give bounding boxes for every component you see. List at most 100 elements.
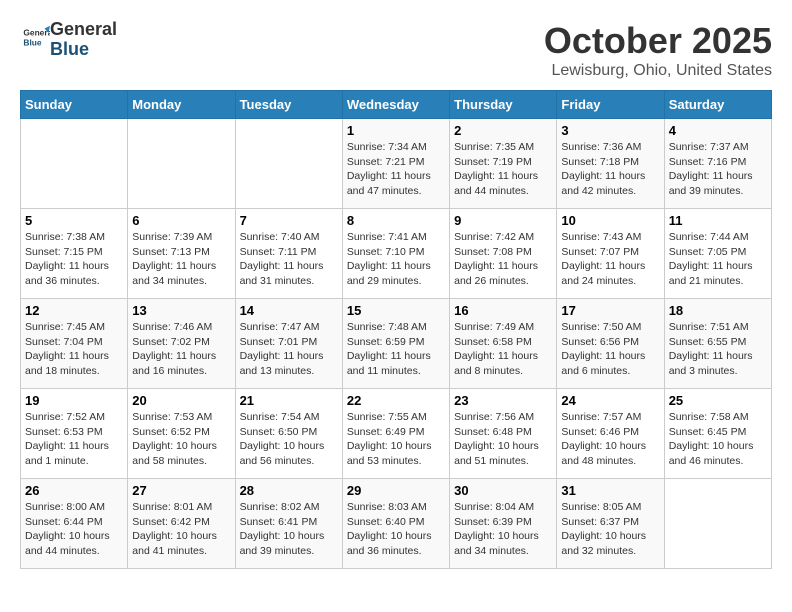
day-info: Sunrise: 8:00 AM Sunset: 6:44 PM Dayligh… [25,500,123,559]
day-info: Sunrise: 8:04 AM Sunset: 6:39 PM Dayligh… [454,500,552,559]
day-info: Sunrise: 7:52 AM Sunset: 6:53 PM Dayligh… [25,410,123,469]
day-info: Sunrise: 7:54 AM Sunset: 6:50 PM Dayligh… [240,410,338,469]
day-info: Sunrise: 7:48 AM Sunset: 6:59 PM Dayligh… [347,320,445,379]
day-number: 12 [25,303,123,318]
day-cell: 7 Sunrise: 7:40 AM Sunset: 7:11 PM Daylig… [235,209,342,299]
weekday-header-saturday: Saturday [664,91,771,119]
day-number: 7 [240,213,338,228]
day-cell: 14 Sunrise: 7:47 AM Sunset: 7:01 PM Dayli… [235,299,342,389]
page-header: General Blue General Blue October 2025 L… [20,20,772,80]
day-number: 16 [454,303,552,318]
day-number: 3 [561,123,659,138]
day-number: 8 [347,213,445,228]
day-info: Sunrise: 7:37 AM Sunset: 7:16 PM Dayligh… [669,140,767,199]
day-number: 11 [669,213,767,228]
day-cell: 10Sunrise: 7:43 AM Sunset: 7:07 PM Dayli… [557,209,664,299]
day-info: Sunrise: 7:45 AM Sunset: 7:04 PM Dayligh… [25,320,123,379]
day-info: Sunrise: 8:01 AM Sunset: 6:42 PM Dayligh… [132,500,230,559]
day-cell: 17Sunrise: 7:50 AM Sunset: 6:56 PM Dayli… [557,299,664,389]
day-info: Sunrise: 7:41 AM Sunset: 7:10 PM Dayligh… [347,230,445,289]
weekday-row: SundayMondayTuesdayWednesdayThursdayFrid… [21,91,772,119]
day-cell: 4 Sunrise: 7:37 AM Sunset: 7:16 PM Daylig… [664,119,771,209]
day-info: Sunrise: 7:43 AM Sunset: 7:07 PM Dayligh… [561,230,659,289]
logo-icon: General Blue [22,23,50,51]
day-cell [664,479,771,569]
day-cell: 24 Sunrise: 7:57 AM Sunset: 6:46 PM Dayli… [557,389,664,479]
day-number: 1 [347,123,445,138]
week-row-2: 5 Sunrise: 7:38 AM Sunset: 7:15 PM Daylig… [21,209,772,299]
weekday-header-tuesday: Tuesday [235,91,342,119]
logo-general-text: General [50,19,117,39]
day-cell: 8 Sunrise: 7:41 AM Sunset: 7:10 PM Daylig… [342,209,449,299]
day-cell: 6 Sunrise: 7:39 AM Sunset: 7:13 PM Daylig… [128,209,235,299]
day-number: 20 [132,393,230,408]
day-cell: 9 Sunrise: 7:42 AM Sunset: 7:08 PM Daylig… [450,209,557,299]
location-text: Lewisburg, Ohio, United States [544,62,772,80]
day-number: 6 [132,213,230,228]
logo: General Blue General Blue [20,20,117,60]
day-number: 19 [25,393,123,408]
day-cell [128,119,235,209]
weekday-header-thursday: Thursday [450,91,557,119]
day-number: 28 [240,483,338,498]
day-number: 18 [669,303,767,318]
day-cell: 12 Sunrise: 7:45 AM Sunset: 7:04 PM Dayli… [21,299,128,389]
calendar-header: SundayMondayTuesdayWednesdayThursdayFrid… [21,91,772,119]
day-cell: 18Sunrise: 7:51 AM Sunset: 6:55 PM Dayli… [664,299,771,389]
day-info: Sunrise: 7:35 AM Sunset: 7:19 PM Dayligh… [454,140,552,199]
day-info: Sunrise: 7:36 AM Sunset: 7:18 PM Dayligh… [561,140,659,199]
day-cell: 16Sunrise: 7:49 AM Sunset: 6:58 PM Dayli… [450,299,557,389]
weekday-header-sunday: Sunday [21,91,128,119]
day-cell [235,119,342,209]
day-cell: 26 Sunrise: 8:00 AM Sunset: 6:44 PM Dayli… [21,479,128,569]
day-info: Sunrise: 7:46 AM Sunset: 7:02 PM Dayligh… [132,320,230,379]
calendar-table: SundayMondayTuesdayWednesdayThursdayFrid… [20,90,772,569]
day-number: 21 [240,393,338,408]
day-cell: 23Sunrise: 7:56 AM Sunset: 6:48 PM Dayli… [450,389,557,479]
day-number: 26 [25,483,123,498]
day-info: Sunrise: 7:39 AM Sunset: 7:13 PM Dayligh… [132,230,230,289]
day-cell: 25 Sunrise: 7:58 AM Sunset: 6:45 PM Dayli… [664,389,771,479]
day-info: Sunrise: 7:57 AM Sunset: 6:46 PM Dayligh… [561,410,659,469]
week-row-5: 26 Sunrise: 8:00 AM Sunset: 6:44 PM Dayli… [21,479,772,569]
day-number: 24 [561,393,659,408]
day-cell: 31Sunrise: 8:05 AM Sunset: 6:37 PM Dayli… [557,479,664,569]
week-row-4: 19 Sunrise: 7:52 AM Sunset: 6:53 PM Dayli… [21,389,772,479]
day-cell: 27 Sunrise: 8:01 AM Sunset: 6:42 PM Dayli… [128,479,235,569]
day-info: Sunrise: 8:03 AM Sunset: 6:40 PM Dayligh… [347,500,445,559]
day-cell: 19 Sunrise: 7:52 AM Sunset: 6:53 PM Dayli… [21,389,128,479]
day-number: 25 [669,393,767,408]
day-info: Sunrise: 7:42 AM Sunset: 7:08 PM Dayligh… [454,230,552,289]
weekday-header-wednesday: Wednesday [342,91,449,119]
day-number: 9 [454,213,552,228]
day-info: Sunrise: 7:47 AM Sunset: 7:01 PM Dayligh… [240,320,338,379]
day-number: 30 [454,483,552,498]
day-number: 22 [347,393,445,408]
day-info: Sunrise: 7:38 AM Sunset: 7:15 PM Dayligh… [25,230,123,289]
day-number: 27 [132,483,230,498]
day-info: Sunrise: 8:02 AM Sunset: 6:41 PM Dayligh… [240,500,338,559]
weekday-header-monday: Monday [128,91,235,119]
day-cell: 21 Sunrise: 7:54 AM Sunset: 6:50 PM Dayli… [235,389,342,479]
day-info: Sunrise: 7:55 AM Sunset: 6:49 PM Dayligh… [347,410,445,469]
day-cell: 13 Sunrise: 7:46 AM Sunset: 7:02 PM Dayli… [128,299,235,389]
day-info: Sunrise: 7:40 AM Sunset: 7:11 PM Dayligh… [240,230,338,289]
day-number: 4 [669,123,767,138]
day-number: 31 [561,483,659,498]
day-cell: 22 Sunrise: 7:55 AM Sunset: 6:49 PM Dayli… [342,389,449,479]
day-cell: 30 Sunrise: 8:04 AM Sunset: 6:39 PM Dayli… [450,479,557,569]
day-info: Sunrise: 7:58 AM Sunset: 6:45 PM Dayligh… [669,410,767,469]
day-number: 2 [454,123,552,138]
day-cell: 20Sunrise: 7:53 AM Sunset: 6:52 PM Dayli… [128,389,235,479]
day-number: 13 [132,303,230,318]
title-block: October 2025 Lewisburg, Ohio, United Sta… [544,20,772,80]
day-cell: 5 Sunrise: 7:38 AM Sunset: 7:15 PM Daylig… [21,209,128,299]
day-number: 23 [454,393,552,408]
day-number: 5 [25,213,123,228]
day-cell: 29 Sunrise: 8:03 AM Sunset: 6:40 PM Dayli… [342,479,449,569]
day-cell: 1Sunrise: 7:34 AM Sunset: 7:21 PM Daylig… [342,119,449,209]
month-title: October 2025 [544,20,772,62]
day-cell: 15Sunrise: 7:48 AM Sunset: 6:59 PM Dayli… [342,299,449,389]
day-number: 14 [240,303,338,318]
day-number: 29 [347,483,445,498]
